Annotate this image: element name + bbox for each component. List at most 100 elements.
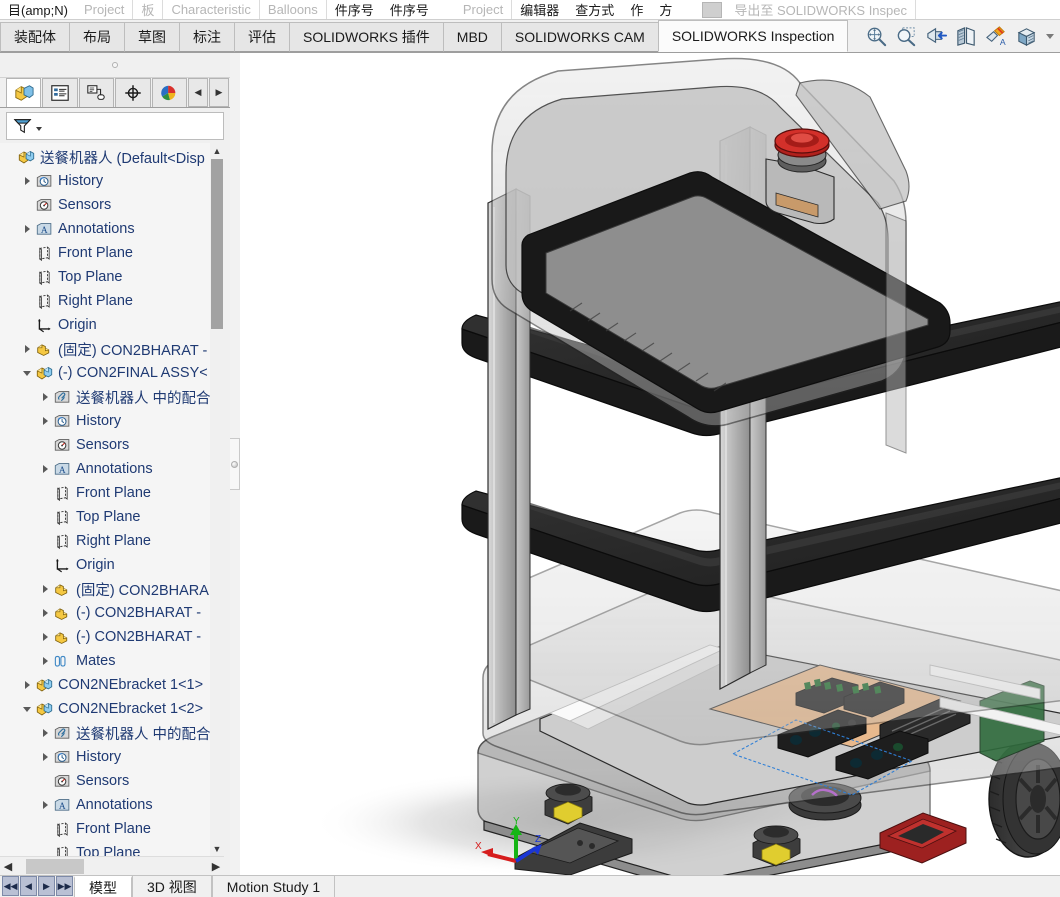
- tree-item[interactable]: 送餐机器人 中的配合: [0, 721, 210, 745]
- dimxpert-manager-tab[interactable]: [115, 78, 150, 107]
- document-tab-0[interactable]: 模型: [74, 876, 132, 897]
- tree-item[interactable]: Sensors: [0, 769, 210, 793]
- top-strip-cell-8[interactable]: 编辑器: [512, 0, 567, 20]
- chevron-right-icon[interactable]: [20, 225, 34, 233]
- tree-item[interactable]: (-) CON2BHARAT -: [0, 601, 210, 625]
- tree-item[interactable]: Front Plane: [0, 481, 210, 505]
- top-strip-cell-9[interactable]: 查方式: [567, 0, 622, 20]
- export-inspection-icon[interactable]: [702, 2, 722, 18]
- view-orientation-icon[interactable]: [1015, 25, 1038, 48]
- chevron-right-icon[interactable]: [38, 465, 52, 473]
- manager-tab-prev-button[interactable]: ◀: [188, 78, 208, 107]
- tab-nav-button-1[interactable]: ◀: [20, 876, 37, 896]
- property-manager-tab[interactable]: [42, 78, 77, 107]
- tab-nav-button-3[interactable]: ▶▶: [56, 876, 73, 896]
- chevron-right-icon[interactable]: [38, 417, 52, 425]
- ribbon-tab-0[interactable]: 装配体: [0, 22, 70, 52]
- zoom-to-area-icon[interactable]: [895, 25, 918, 48]
- top-strip-cell-4[interactable]: Balloons: [260, 0, 327, 20]
- top-strip-cell-1[interactable]: Project: [76, 0, 133, 20]
- tree-item[interactable]: (-) CON2FINAL ASSY<: [0, 361, 210, 385]
- document-tab-2[interactable]: Motion Study 1: [212, 876, 335, 897]
- tree-item[interactable]: Mates: [0, 649, 210, 673]
- ribbon-tab-8[interactable]: SOLIDWORKS Inspection: [658, 20, 849, 52]
- panel-grip[interactable]: [0, 53, 230, 78]
- graphics-viewport[interactable]: Y X Z: [240, 53, 1060, 875]
- top-strip-cell-12[interactable]: 导出至 SOLIDWORKS Inspec: [726, 0, 916, 20]
- display-style-icon[interactable]: A: [985, 25, 1008, 48]
- ribbon-tab-2[interactable]: 草图: [124, 22, 180, 52]
- tree-item[interactable]: CON2NEbracket 1<2>: [0, 697, 210, 721]
- configuration-manager-tab[interactable]: [79, 78, 114, 107]
- chevron-right-icon[interactable]: [20, 177, 34, 185]
- chevron-right-icon[interactable]: [38, 393, 52, 401]
- chevron-down-icon[interactable]: [20, 707, 34, 712]
- chevron-right-icon[interactable]: [38, 753, 52, 761]
- ribbon-tab-6[interactable]: MBD: [443, 22, 502, 52]
- chevron-right-icon[interactable]: [20, 345, 34, 353]
- ribbon-tab-4[interactable]: 评估: [234, 22, 290, 52]
- tree-item[interactable]: (-) CON2BHARAT -: [0, 625, 210, 649]
- chevron-right-icon[interactable]: [38, 585, 52, 593]
- tree-scroll-left-button[interactable]: ◀: [0, 860, 16, 873]
- chevron-down-icon[interactable]: [20, 371, 34, 376]
- splitter-handle[interactable]: [230, 438, 240, 490]
- display-manager-tab[interactable]: [152, 78, 187, 107]
- tree-item[interactable]: (固定) CON2BHARA: [0, 577, 210, 601]
- top-strip-cell-0[interactable]: 目(amp;N): [0, 0, 76, 20]
- document-tab-1[interactable]: 3D 视图: [132, 876, 212, 897]
- tree-item[interactable]: Top Plane: [0, 841, 210, 856]
- ribbon-tab-1[interactable]: 布局: [69, 22, 125, 52]
- zoom-in-out-icon[interactable]: [925, 25, 948, 48]
- robot-model-3d[interactable]: [240, 53, 1060, 875]
- top-strip-cell-6[interactable]: 件序号: [382, 0, 437, 20]
- top-strip-cell-7[interactable]: Project: [455, 0, 512, 20]
- tree-vertical-scrollbar[interactable]: ▲ ▼: [210, 143, 224, 856]
- tree-item[interactable]: History: [0, 745, 210, 769]
- tree-scroll-thumb[interactable]: [211, 159, 223, 329]
- tree-item[interactable]: AAnnotations: [0, 793, 210, 817]
- zoom-to-fit-icon[interactable]: [865, 25, 888, 48]
- tree-horizontal-scrollbar[interactable]: ◀ ▶: [0, 856, 224, 875]
- tab-nav-button-0[interactable]: ◀◀: [2, 876, 19, 896]
- feature-tree[interactable]: 送餐机器人 (Default<DispHistorySensorsAAnnota…: [0, 143, 210, 856]
- ribbon-tab-7[interactable]: SOLIDWORKS CAM: [501, 22, 659, 52]
- tree-item[interactable]: CON2NEbracket 1<1>: [0, 673, 210, 697]
- manager-tab-next-button[interactable]: ▶: [209, 78, 229, 107]
- feature-manager-tab[interactable]: [6, 78, 41, 107]
- tree-item[interactable]: Sensors: [0, 193, 210, 217]
- tree-item[interactable]: Top Plane: [0, 265, 210, 289]
- chevron-right-icon[interactable]: [38, 801, 52, 809]
- tree-item[interactable]: Origin: [0, 313, 210, 337]
- tree-item[interactable]: 送餐机器人 (Default<Disp: [0, 145, 210, 169]
- panel-splitter[interactable]: [230, 53, 240, 875]
- tree-item[interactable]: Sensors: [0, 433, 210, 457]
- section-view-icon[interactable]: [955, 25, 978, 48]
- tree-item[interactable]: Right Plane: [0, 529, 210, 553]
- tree-item[interactable]: History: [0, 409, 210, 433]
- tree-hscroll-thumb[interactable]: [26, 859, 84, 874]
- tree-item[interactable]: (固定) CON2BHARAT -: [0, 337, 210, 361]
- tree-item[interactable]: Top Plane: [0, 505, 210, 529]
- top-strip-cell-10[interactable]: 作: [622, 0, 651, 20]
- ribbon-tab-3[interactable]: 标注: [179, 22, 235, 52]
- tree-item[interactable]: 送餐机器人 中的配合: [0, 385, 210, 409]
- chevron-right-icon[interactable]: [38, 609, 52, 617]
- chevron-right-icon[interactable]: [20, 681, 34, 689]
- tree-filter-bar[interactable]: [6, 112, 224, 140]
- tree-item[interactable]: Front Plane: [0, 241, 210, 265]
- tree-item[interactable]: AAnnotations: [0, 217, 210, 241]
- tree-item[interactable]: Right Plane: [0, 289, 210, 313]
- tree-item[interactable]: Front Plane: [0, 817, 210, 841]
- chevron-right-icon[interactable]: [38, 729, 52, 737]
- tree-scroll-down-button[interactable]: ▼: [210, 841, 224, 856]
- tab-nav-button-2[interactable]: ▶: [38, 876, 55, 896]
- tree-hscroll-track[interactable]: [16, 859, 208, 874]
- top-strip-cell-3[interactable]: Characteristic: [163, 0, 259, 20]
- tree-scroll-up-button[interactable]: ▲: [210, 143, 224, 158]
- tree-scroll-right-button[interactable]: ▶: [208, 860, 224, 873]
- chevron-right-icon[interactable]: [38, 633, 52, 641]
- top-strip-cell-11[interactable]: 方: [651, 0, 680, 20]
- tree-item[interactable]: History: [0, 169, 210, 193]
- tree-item[interactable]: Origin: [0, 553, 210, 577]
